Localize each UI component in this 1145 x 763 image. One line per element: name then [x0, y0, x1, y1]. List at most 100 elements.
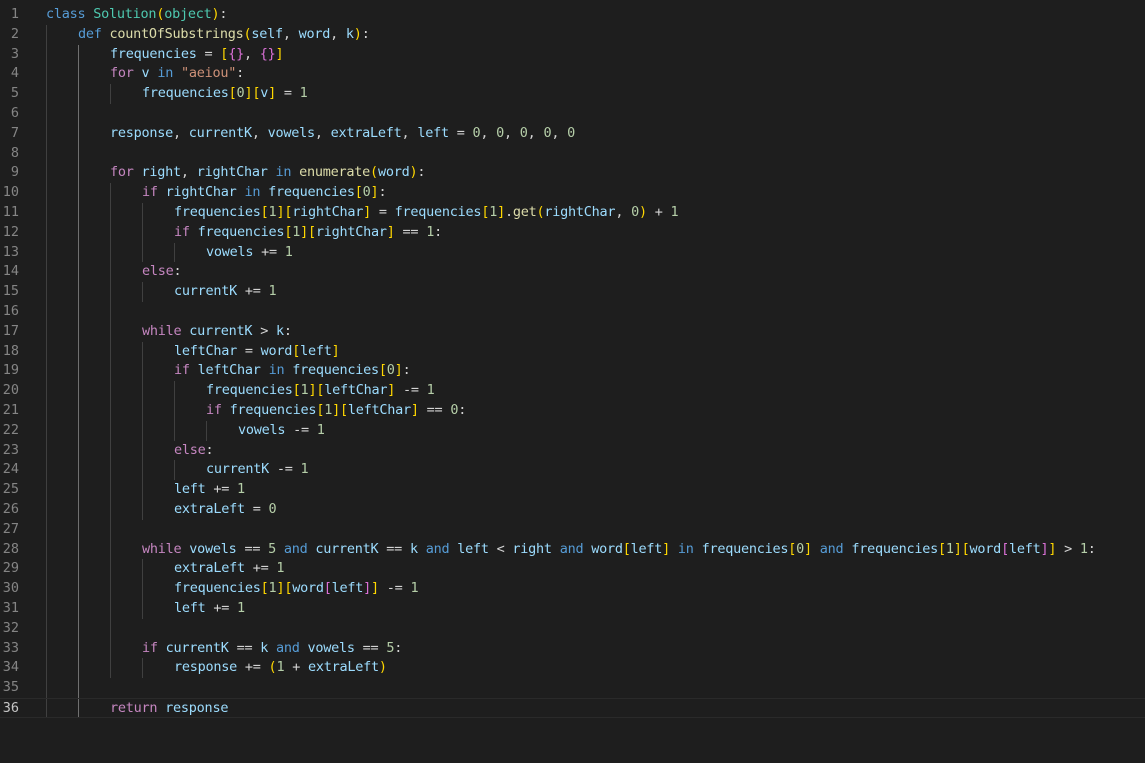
code-line[interactable]: 30 frequencies[1][word[left]] -= 1 — [0, 579, 1145, 599]
line-code[interactable]: extraLeft = 0 — [174, 500, 277, 520]
code-line[interactable]: 21 if frequencies[1][leftChar] == 0: — [0, 401, 1145, 421]
line-number: 10 — [2, 184, 19, 201]
code-token: extraLeft — [174, 560, 245, 577]
code-line[interactable]: 13 vowels += 1 — [0, 243, 1145, 263]
line-code[interactable]: frequencies[1][word[left]] -= 1 — [174, 579, 419, 599]
code-line[interactable]: 29 extraLeft += 1 — [0, 559, 1145, 579]
code-token: left — [174, 600, 206, 616]
line-code[interactable]: frequencies[0][v] = 1 — [142, 84, 308, 104]
code-token: class — [46, 6, 86, 22]
line-number: 19 — [2, 362, 19, 379]
line-code[interactable]: if frequencies[1][rightChar] == 1: — [174, 223, 442, 243]
code-token: in — [244, 184, 261, 201]
code-token: ] — [497, 204, 505, 220]
line-code[interactable]: if currentK == k and vowels == 5: — [142, 639, 402, 659]
line-code[interactable]: frequencies[1][leftChar] -= 1 — [206, 381, 435, 401]
code-line[interactable]: 24 currentK -= 1 — [0, 460, 1145, 480]
line-code[interactable]: return response — [110, 699, 228, 717]
code-line[interactable]: 19 if leftChar in frequencies[0]: — [0, 361, 1145, 381]
line-code[interactable]: if frequencies[1][leftChar] == 0: — [206, 401, 466, 421]
code-line[interactable]: 2 def countOfSubstrings(self, word, k): — [0, 25, 1145, 45]
code-token: , — [330, 25, 346, 42]
code-line[interactable]: 16 — [0, 302, 1145, 322]
code-token: == — [418, 402, 451, 418]
code-token: left — [174, 481, 206, 498]
code-line[interactable]: 5 frequencies[0][v] = 1 — [0, 84, 1145, 104]
code-line[interactable]: 32 — [0, 619, 1145, 639]
code-line[interactable]: 18 leftChar = word[left] — [0, 342, 1145, 362]
code-token: currentK — [188, 124, 252, 141]
code-line[interactable]: 35 — [0, 678, 1145, 698]
line-code[interactable]: else: — [174, 441, 214, 461]
code-line[interactable]: 22 vowels -= 1 — [0, 421, 1145, 441]
code-token: frequencies — [701, 540, 789, 557]
line-code[interactable]: def countOfSubstrings(self, word, k): — [78, 25, 370, 45]
line-number: 12 — [2, 223, 19, 240]
code-line[interactable]: 36 return response — [0, 698, 1145, 718]
line-code[interactable]: currentK += 1 — [174, 282, 277, 302]
line-number: 33 — [2, 639, 19, 656]
code-line[interactable]: 27 — [0, 520, 1145, 540]
code-line[interactable]: 20 frequencies[1][leftChar] -= 1 — [0, 381, 1145, 401]
code-line[interactable]: 15 currentK += 1 — [0, 282, 1145, 302]
line-code[interactable]: response, currentK, vowels, extraLeft, l… — [110, 124, 575, 144]
code-token: : — [205, 441, 214, 458]
line-code[interactable]: while currentK > k: — [142, 322, 292, 342]
code-line[interactable]: 12 if frequencies[1][rightChar] == 1: — [0, 223, 1145, 243]
code-line[interactable]: 9 for right, rightChar in enumerate(word)… — [0, 163, 1145, 183]
line-code[interactable]: extraLeft += 1 — [174, 559, 285, 579]
line-code[interactable]: left += 1 — [174, 599, 245, 619]
code-line[interactable]: 26 extraLeft = 0 — [0, 500, 1145, 520]
line-number: 27 — [2, 520, 19, 537]
code-line[interactable]: 31 left += 1 — [0, 599, 1145, 619]
line-code[interactable]: response += (1 + extraLeft) — [174, 658, 387, 678]
code-token: left — [1008, 540, 1041, 557]
code-editor[interactable]: 1 class Solution(object): 2 def countOfSubs… — [0, 0, 1145, 763]
line-code[interactable]: vowels += 1 — [206, 243, 293, 263]
line-code[interactable]: while vowels == 5 and currentK == k and … — [142, 540, 1096, 560]
code-line[interactable]: 8 — [0, 144, 1145, 164]
line-code[interactable]: frequencies = [{}, {}] — [110, 45, 284, 65]
code-token: leftChar — [197, 362, 261, 379]
code-token: and — [275, 639, 300, 656]
line-code[interactable]: currentK -= 1 — [206, 460, 309, 480]
code-line[interactable]: 4 for v in "aeiou": — [0, 64, 1145, 84]
code-line[interactable]: 11 frequencies[1][rightChar] = frequencie… — [0, 203, 1145, 223]
code-token: : — [1087, 540, 1096, 557]
code-token: , — [180, 164, 197, 181]
code-token: 1 — [426, 223, 435, 240]
code-line[interactable]: 6 — [0, 104, 1145, 124]
line-code[interactable]: else: — [142, 262, 182, 282]
code-line[interactable]: 10 if rightChar in frequencies[0]: — [0, 183, 1145, 203]
code-line[interactable]: 33 if currentK == k and vowels == 5: — [0, 639, 1145, 659]
code-line[interactable]: 23 else: — [0, 441, 1145, 461]
code-token: frequencies — [206, 382, 293, 399]
code-line[interactable]: 1 class Solution(object): — [0, 5, 1145, 25]
code-token: 1 — [324, 402, 333, 418]
line-code[interactable]: if leftChar in frequencies[0]: — [174, 361, 411, 381]
line-code[interactable]: if rightChar in frequencies[0]: — [142, 183, 387, 203]
code-line[interactable]: 34 response += (1 + extraLeft) — [0, 658, 1145, 678]
code-line[interactable]: 17 while currentK > k: — [0, 322, 1145, 342]
code-line[interactable]: 14 else: — [0, 262, 1145, 282]
code-line[interactable]: 28 while vowels == 5 and currentK == k an… — [0, 540, 1145, 560]
line-code[interactable]: frequencies[1][rightChar] = frequencies[… — [174, 203, 679, 223]
code-line[interactable]: 25 left += 1 — [0, 480, 1145, 500]
line-code[interactable]: class Solution(object): — [46, 5, 228, 25]
line-code[interactable]: for v in "aeiou": — [110, 64, 244, 84]
code-token: [ — [260, 580, 269, 597]
line-code[interactable]: for right, rightChar in enumerate(word): — [110, 163, 425, 183]
code-line[interactable]: 3 frequencies = [{}, {}] — [0, 45, 1145, 65]
code-line[interactable]: 7 response, currentK, vowels, extraLeft, … — [0, 124, 1145, 144]
line-code[interactable]: leftChar = word[left] — [174, 342, 340, 362]
code-token: currentK — [206, 461, 270, 478]
line-code[interactable]: vowels -= 1 — [238, 421, 325, 441]
line-code[interactable]: left += 1 — [174, 480, 245, 500]
code-token: extraLeft — [307, 659, 379, 676]
code-token: word — [298, 25, 331, 42]
code-token: = — [244, 501, 269, 517]
code-token: frequencies — [229, 402, 317, 418]
